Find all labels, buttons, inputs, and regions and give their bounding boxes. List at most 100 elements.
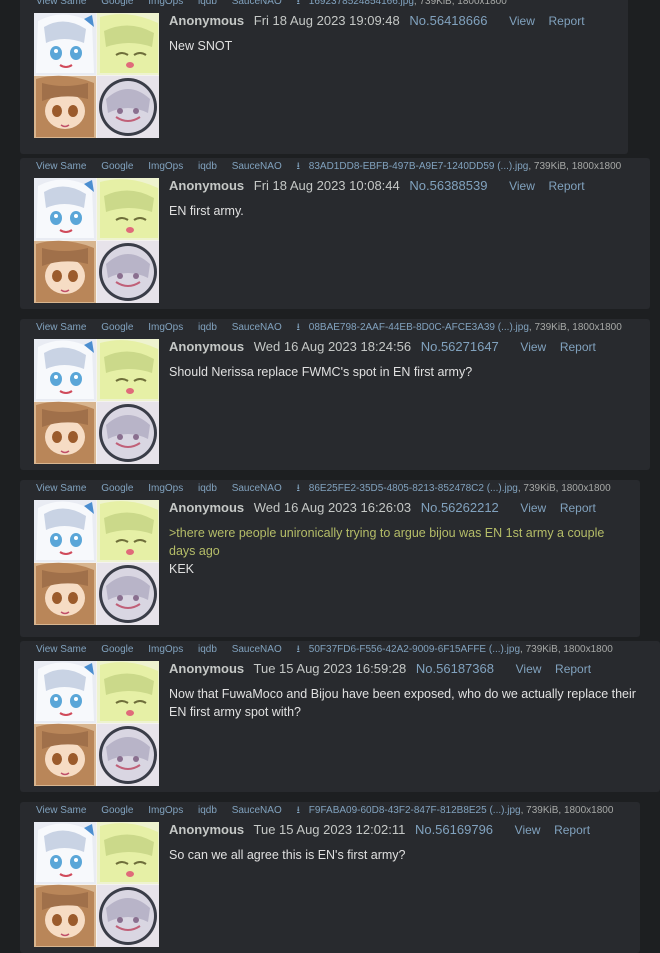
post: View Same Google ImgOps iqdb SauceNAO ⭳ … <box>20 158 650 309</box>
post-body: So can we all agree this is EN's first a… <box>169 846 406 864</box>
google-link[interactable]: Google <box>101 644 133 655</box>
report-link[interactable]: Report <box>555 662 591 676</box>
saucenao-link[interactable]: SauceNAO <box>232 322 282 333</box>
post-number-link[interactable]: No.56388539 <box>409 178 487 193</box>
post-number-link[interactable]: No.56262212 <box>421 500 499 515</box>
post-date: Fri 18 Aug 2023 10:08:44 <box>253 178 400 193</box>
post-text-line: Now that FuwaMoco and Bijou have been ex… <box>169 687 636 701</box>
post-number-link[interactable]: No.56169796 <box>415 822 493 837</box>
file-name-link[interactable]: 83AD1DD8-EBFB-497B-A9E7-1240DD59 (...).j… <box>309 161 529 172</box>
file-details: , 739KiB, 1800x1800 <box>413 0 507 7</box>
report-link[interactable]: Report <box>560 501 596 515</box>
post-text-line: So can we all agree this is EN's first a… <box>169 848 406 862</box>
saucenao-link[interactable]: SauceNAO <box>232 0 282 7</box>
google-link[interactable]: Google <box>101 483 133 494</box>
view-link[interactable]: View <box>516 662 542 676</box>
poster-name: Anonymous <box>169 822 245 837</box>
poster-name: Anonymous <box>169 13 245 28</box>
saucenao-link[interactable]: SauceNAO <box>232 805 282 816</box>
download-icon[interactable]: ⭳ <box>297 644 301 655</box>
iqdb-link[interactable]: iqdb <box>198 322 217 333</box>
iqdb-link[interactable]: iqdb <box>198 483 217 494</box>
post-number-link[interactable]: No.56418666 <box>409 13 487 28</box>
file-details: , 739KiB, 1800x1800 <box>520 805 614 816</box>
file-details: , 739KiB, 1800x1800 <box>520 644 613 655</box>
report-link[interactable]: Report <box>549 14 585 28</box>
post-thumbnail[interactable] <box>34 13 159 138</box>
post-thumbnail[interactable] <box>34 178 159 303</box>
download-icon[interactable]: ⭳ <box>297 483 301 494</box>
post-date: Tue 15 Aug 2023 12:02:11 <box>253 822 406 837</box>
post: View Same Google ImgOps iqdb SauceNAO ⭳ … <box>20 0 628 154</box>
iqdb-link[interactable]: iqdb <box>198 161 217 172</box>
file-info-line: View Same Google ImgOps iqdb SauceNAO ⭳ … <box>36 643 613 656</box>
saucenao-link[interactable]: SauceNAO <box>232 644 282 655</box>
post-thumbnail[interactable] <box>34 339 159 464</box>
download-icon[interactable]: ⭳ <box>297 805 301 816</box>
post-thumbnail[interactable] <box>34 500 159 625</box>
post-body: >there were people unironically trying t… <box>169 524 604 578</box>
view-same-link[interactable]: View Same <box>36 0 86 7</box>
google-link[interactable]: Google <box>101 0 133 7</box>
post: View Same Google ImgOps iqdb SauceNAO ⭳ … <box>20 641 660 792</box>
file-info-line: View Same Google ImgOps iqdb SauceNAO ⭳ … <box>36 0 507 8</box>
post-number-link[interactable]: No.56187368 <box>416 661 494 676</box>
file-name-link[interactable]: 50F37FD6-F556-42A2-9009-6F15AFFE (...).j… <box>309 644 520 655</box>
iqdb-link[interactable]: iqdb <box>198 0 217 7</box>
download-icon[interactable]: ⭳ <box>297 322 301 333</box>
post-header: Anonymous Tue 15 Aug 2023 16:59:28 No.56… <box>169 660 601 678</box>
google-link[interactable]: Google <box>101 161 133 172</box>
imgops-link[interactable]: ImgOps <box>148 0 183 7</box>
google-link[interactable]: Google <box>101 322 133 333</box>
imgops-link[interactable]: ImgOps <box>148 483 183 494</box>
greentext-quote: >there were people unironically trying t… <box>169 526 605 540</box>
view-same-link[interactable]: View Same <box>36 805 86 816</box>
file-details: , 739KiB, 1800x1800 <box>528 322 622 333</box>
file-name-link[interactable]: 86E25FE2-35D5-4805-8213-852478C2 (...).j… <box>309 483 518 494</box>
post-thumbnail[interactable] <box>34 661 159 786</box>
view-link[interactable]: View <box>509 14 535 28</box>
download-icon[interactable]: ⭳ <box>297 0 301 7</box>
view-link[interactable]: View <box>515 823 541 837</box>
view-link[interactable]: View <box>520 501 546 515</box>
post-header: Anonymous Tue 15 Aug 2023 12:02:11 No.56… <box>169 821 600 839</box>
view-same-link[interactable]: View Same <box>36 322 86 333</box>
post-number-link[interactable]: No.56271647 <box>421 339 499 354</box>
file-info-line: View Same Google ImgOps iqdb SauceNAO ⭳ … <box>36 321 622 334</box>
post-date: Fri 18 Aug 2023 19:09:48 <box>253 13 400 28</box>
post-date: Wed 16 Aug 2023 16:26:03 <box>253 500 412 515</box>
report-link[interactable]: Report <box>560 340 596 354</box>
post-thumbnail[interactable] <box>34 822 159 947</box>
file-details: , 739KiB, 1800x1800 <box>517 483 611 494</box>
imgops-link[interactable]: ImgOps <box>148 161 183 172</box>
post-text-line: EN first army spot with? <box>169 705 301 719</box>
poster-name: Anonymous <box>169 500 245 515</box>
file-info-line: View Same Google ImgOps iqdb SauceNAO ⭳ … <box>36 804 613 817</box>
saucenao-link[interactable]: SauceNAO <box>232 161 282 172</box>
imgops-link[interactable]: ImgOps <box>148 805 183 816</box>
report-link[interactable]: Report <box>549 179 585 193</box>
google-link[interactable]: Google <box>101 805 133 816</box>
report-link[interactable]: Report <box>554 823 590 837</box>
imgops-link[interactable]: ImgOps <box>148 322 183 333</box>
file-name-link[interactable]: 1692378524854166.jpg <box>309 0 414 7</box>
post-date: Tue 15 Aug 2023 16:59:28 <box>253 661 407 676</box>
iqdb-link[interactable]: iqdb <box>198 644 217 655</box>
download-icon[interactable]: ⭳ <box>297 161 301 172</box>
file-info-line: View Same Google ImgOps iqdb SauceNAO ⭳ … <box>36 482 611 495</box>
post-text-line: KEK <box>169 562 195 576</box>
view-same-link[interactable]: View Same <box>36 644 86 655</box>
view-link[interactable]: View <box>509 179 535 193</box>
saucenao-link[interactable]: SauceNAO <box>232 483 282 494</box>
iqdb-link[interactable]: iqdb <box>198 805 217 816</box>
post-body: Now that FuwaMoco and Bijou have been ex… <box>169 685 636 721</box>
post-body: Should Nerissa replace FWMC's spot in EN… <box>169 363 472 381</box>
view-same-link[interactable]: View Same <box>36 483 86 494</box>
imgops-link[interactable]: ImgOps <box>148 644 183 655</box>
file-name-link[interactable]: 08BAE798-2AAF-44EB-8D0C-AFCE3A39 (...).j… <box>309 322 529 333</box>
view-same-link[interactable]: View Same <box>36 161 86 172</box>
post-header: Anonymous Wed 16 Aug 2023 18:24:56 No.56… <box>169 338 606 356</box>
file-name-link[interactable]: F9FABA09-60D8-43F2-847F-812B8E25 (...).j… <box>309 805 521 816</box>
post-header: Anonymous Fri 18 Aug 2023 10:08:44 No.56… <box>169 177 595 195</box>
view-link[interactable]: View <box>520 340 546 354</box>
